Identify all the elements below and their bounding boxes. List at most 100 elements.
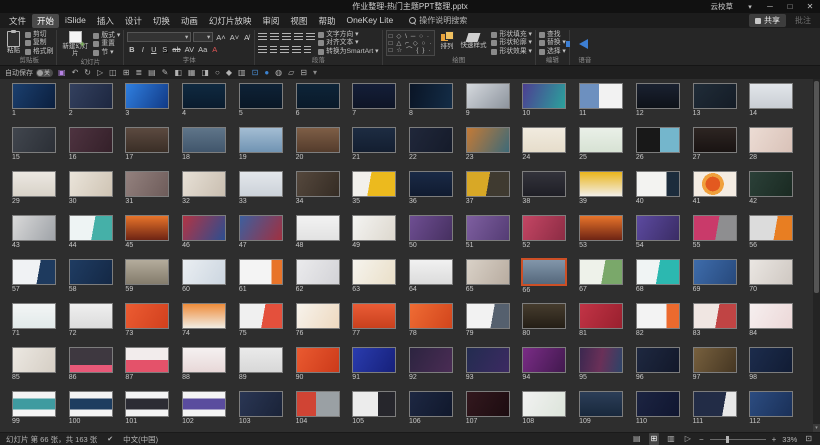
indent-decrease-icon[interactable] xyxy=(282,33,291,40)
qat-icon[interactable]: ≣ xyxy=(135,66,142,80)
share-button[interactable]: 共享 xyxy=(749,14,786,27)
vertical-scrollbar[interactable]: ▾ xyxy=(813,79,820,432)
slide-thumbnail[interactable] xyxy=(636,83,680,109)
slide-thumbnail[interactable] xyxy=(352,347,396,373)
spellcheck-icon[interactable]: ✔ xyxy=(107,435,113,443)
qat-icon[interactable]: ◨ xyxy=(201,66,209,80)
slide-thumbnail[interactable] xyxy=(466,391,510,417)
bullets-icon[interactable] xyxy=(258,33,267,40)
slide-thumbnail[interactable] xyxy=(182,171,226,197)
slide-thumbnail[interactable] xyxy=(693,391,737,417)
read-aloud-icon[interactable] xyxy=(579,39,588,49)
qat-icon[interactable]: ● xyxy=(264,66,269,80)
reset-button[interactable]: 重置 xyxy=(93,40,120,48)
slide-thumbnail[interactable] xyxy=(693,83,737,109)
reading-view-icon[interactable]: ▥ xyxy=(665,433,677,445)
ribbon-tab[interactable]: iSlide xyxy=(60,14,91,28)
ribbon-tab[interactable]: 开始 xyxy=(32,14,59,28)
slide-thumbnail[interactable] xyxy=(579,259,623,285)
slide-thumbnail[interactable] xyxy=(579,127,623,153)
justify-icon[interactable] xyxy=(292,46,301,53)
slide-thumbnail[interactable] xyxy=(12,127,56,153)
scrollbar-thumb[interactable] xyxy=(814,81,819,293)
slide-thumbnail[interactable] xyxy=(125,83,169,109)
slide-thumbnail[interactable] xyxy=(69,83,113,109)
qat-icon[interactable]: ✎ xyxy=(162,66,169,80)
slide-thumbnail[interactable] xyxy=(239,303,283,329)
slide-thumbnail[interactable] xyxy=(182,347,226,373)
slide-thumbnail[interactable] xyxy=(125,259,169,285)
ribbon-tab[interactable]: 幻灯片放映 xyxy=(204,14,257,28)
slide-thumbnail[interactable] xyxy=(352,127,396,153)
shape-outline-button[interactable]: 形状轮廓 ▾ xyxy=(491,39,532,47)
qat-icon[interactable]: ◫ xyxy=(109,66,117,80)
slideshow-icon[interactable]: ▷ xyxy=(97,66,103,80)
slide-thumbnail[interactable] xyxy=(636,391,680,417)
qat-overflow-icon[interactable]: ▾ xyxy=(313,66,317,80)
columns-icon[interactable] xyxy=(304,46,311,53)
redo-icon[interactable]: ↻ xyxy=(84,66,91,80)
zoom-slider-knob[interactable] xyxy=(726,436,729,443)
shape-effects-button[interactable]: 形状效果 ▾ xyxy=(491,48,532,56)
align-text-button[interactable]: 对齐文本 ▾ xyxy=(318,39,379,47)
qat-icon[interactable]: ⊞ xyxy=(123,66,130,80)
slide-thumbnail[interactable] xyxy=(182,259,226,285)
font-size-combobox[interactable]: ▾ xyxy=(193,32,213,42)
slide-thumbnail[interactable] xyxy=(579,215,623,241)
line-spacing-icon[interactable] xyxy=(306,33,315,40)
slide-thumbnail[interactable] xyxy=(352,303,396,329)
slide-thumbnail[interactable] xyxy=(69,171,113,197)
slide-thumbnail[interactable] xyxy=(636,127,680,153)
paste-button[interactable]: 粘贴 xyxy=(5,30,22,56)
slide-thumbnail[interactable] xyxy=(693,215,737,241)
slide-thumbnail[interactable] xyxy=(296,391,340,417)
ribbon-tab[interactable]: 帮助 xyxy=(313,14,340,28)
slide-thumbnail[interactable] xyxy=(466,127,510,153)
tell-me-search[interactable]: 操作说明搜索 xyxy=(409,15,467,26)
convert-smartart-button[interactable]: 转换为SmartArt ▾ xyxy=(318,48,379,56)
slide-thumbnail[interactable] xyxy=(239,347,283,373)
slide-thumbnail[interactable] xyxy=(69,259,113,285)
slide-thumbnail[interactable] xyxy=(466,303,510,329)
qat-icon[interactable]: ○ xyxy=(215,66,220,80)
shrink-font-button[interactable]: A˅ xyxy=(229,32,240,42)
zoom-out-button[interactable]: − xyxy=(699,435,704,444)
maximize-button[interactable]: □ xyxy=(780,0,800,13)
slide-thumbnail[interactable] xyxy=(12,259,56,285)
font-name-combobox[interactable]: ▾ xyxy=(127,32,191,42)
slide-thumbnail[interactable] xyxy=(182,127,226,153)
slide-thumbnail[interactable] xyxy=(579,347,623,373)
slide-thumbnail[interactable] xyxy=(12,171,56,197)
slide-thumbnail[interactable] xyxy=(636,215,680,241)
slide-thumbnail[interactable] xyxy=(749,215,793,241)
slide-thumbnail[interactable] xyxy=(69,391,113,417)
ribbon-tab[interactable]: 审阅 xyxy=(257,14,284,28)
slide-thumbnail[interactable] xyxy=(522,83,566,109)
format-painter-button[interactable]: 格式刷 xyxy=(25,48,53,56)
slide-thumbnail[interactable] xyxy=(409,391,453,417)
align-right-icon[interactable] xyxy=(280,46,289,53)
ribbon-tab[interactable]: OneKey Lite xyxy=(341,14,398,28)
slide-thumbnail[interactable] xyxy=(352,171,396,197)
slide-thumbnail[interactable] xyxy=(125,215,169,241)
slide-thumbnail[interactable] xyxy=(693,303,737,329)
qat-icon[interactable]: ◧ xyxy=(174,66,182,80)
slide-thumbnail[interactable] xyxy=(466,215,510,241)
slide-thumbnail[interactable] xyxy=(296,303,340,329)
slide-thumbnail[interactable] xyxy=(636,347,680,373)
slide-thumbnail[interactable] xyxy=(466,171,510,197)
slide-thumbnail[interactable] xyxy=(352,215,396,241)
zoom-level[interactable]: 33% xyxy=(782,435,797,444)
slide-thumbnail[interactable] xyxy=(239,215,283,241)
ribbon-tab[interactable]: 动画 xyxy=(176,14,203,28)
numbering-icon[interactable] xyxy=(270,33,279,40)
align-center-icon[interactable] xyxy=(270,46,277,53)
slide-thumbnail[interactable] xyxy=(749,259,793,285)
new-slide-button[interactable]: 新建幻灯片 xyxy=(60,30,90,58)
autosave-switch[interactable]: 关 xyxy=(36,69,53,77)
slide-thumbnail[interactable] xyxy=(239,391,283,417)
slide-thumbnail[interactable] xyxy=(352,391,396,417)
scroll-down-icon[interactable]: ▾ xyxy=(813,424,820,432)
slide-thumbnail[interactable] xyxy=(296,83,340,109)
ribbon-tab[interactable]: 插入 xyxy=(92,14,119,28)
